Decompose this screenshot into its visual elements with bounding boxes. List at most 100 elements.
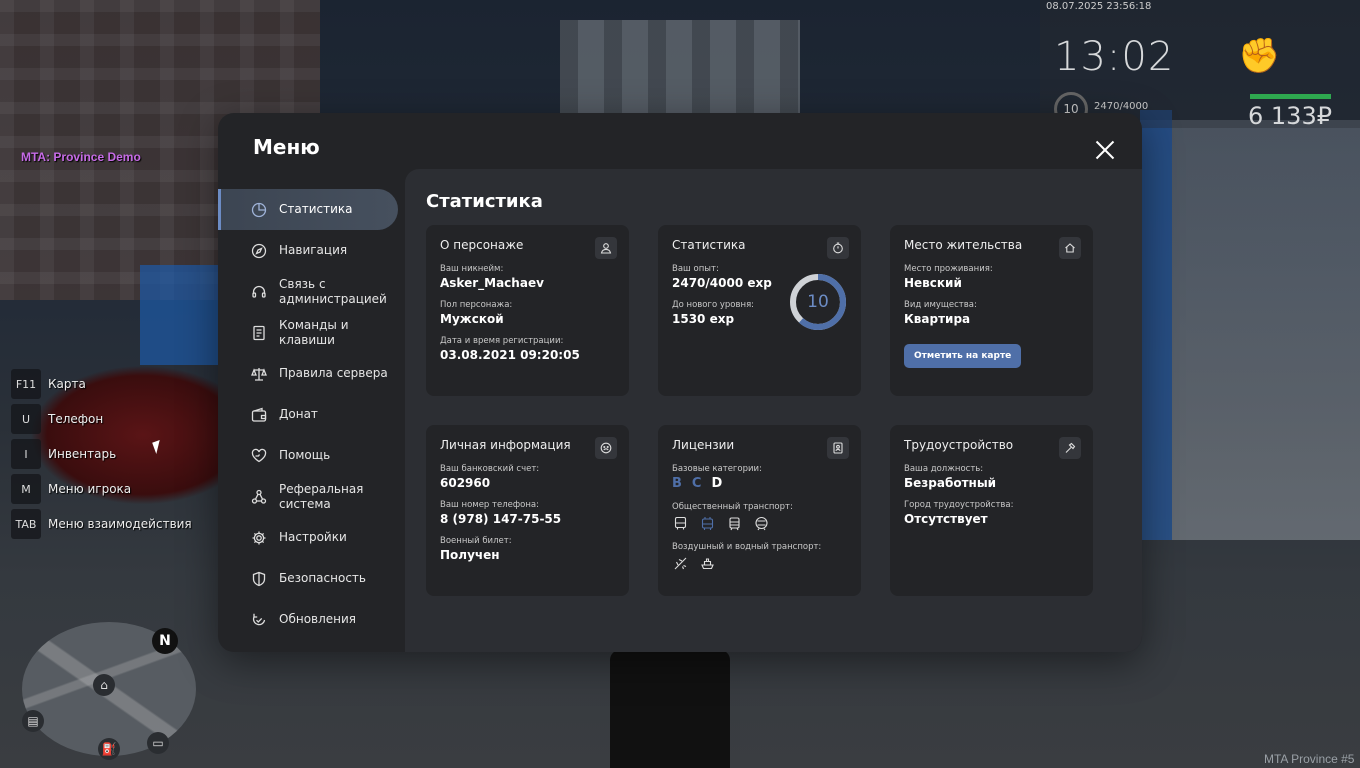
shield-icon (251, 571, 267, 587)
card-title: Личная информация (440, 438, 571, 452)
hotkey-list: F11 Карта U Телефон I Инвентарь M Меню и… (11, 369, 192, 544)
document-icon (251, 325, 267, 341)
field-label: Ваш банковский счет: (440, 464, 540, 474)
fist-icon: ✊ (1238, 36, 1281, 76)
tram-icon (726, 515, 743, 532)
sidebar-item-label: Донат (279, 407, 318, 421)
card-personal-info: Личная информация Ваш банковский счет: 6… (426, 425, 629, 596)
card-title: Трудоустройство (904, 438, 1014, 452)
card-licenses: Лицензии Базовые категории: B C D Общест… (658, 425, 861, 596)
truck-icon: ▭ (147, 732, 169, 754)
card-stats: Статистика Ваш опыт: 2470/4000 exp До но… (658, 225, 861, 396)
job-position-value: Безработный (904, 476, 997, 490)
bus-icon (672, 515, 689, 532)
field-label: Ваша должность: (904, 464, 984, 474)
sidebar-item-statistics[interactable]: Статистика (218, 189, 398, 230)
card-title: Лицензии (672, 438, 735, 452)
compass-icon (251, 243, 267, 259)
stopwatch-icon (827, 237, 849, 259)
server-watermark: MTA Province #5 (1264, 752, 1355, 766)
sidebar-item-rules[interactable]: Правила сервера (218, 353, 398, 394)
mark-on-map-button[interactable]: Отметить на карте (904, 344, 1022, 368)
hud-clock: 13:02 (1054, 34, 1175, 80)
menu-title: Меню (253, 135, 320, 159)
hotkey-key: U (11, 404, 41, 434)
hotkey-label: Телефон (48, 412, 104, 426)
job-city-value: Отсутствует (904, 512, 988, 526)
field-label: Воздушный и водный транспорт: (672, 542, 822, 552)
headset-icon (251, 284, 267, 300)
license-categories: B C D (672, 476, 847, 491)
field-label: Вид имущества: (904, 300, 977, 310)
background-building (1140, 120, 1360, 540)
sidebar-item-referral[interactable]: Реферальная система (218, 476, 398, 517)
garage-icon: ▤ (22, 710, 44, 732)
hotkey-label: Инвентарь (48, 447, 117, 461)
sidebar-nav: Статистика Навигация Связь с администрац… (218, 189, 398, 640)
card-title: Статистика (672, 238, 746, 252)
refresh-check-icon (251, 612, 267, 628)
field-label: Город трудоустройства: (904, 500, 1014, 510)
hotkey-phone[interactable]: U Телефон (11, 404, 192, 434)
trolleybus-icon (699, 515, 716, 532)
license-category-b: B (672, 476, 682, 491)
field-label: Дата и время регистрации: (440, 336, 564, 346)
card-title: Место жительства (904, 238, 1023, 252)
sidebar-item-admin-contact[interactable]: Связь с администрацией (218, 271, 398, 312)
phone-number-value: 8 (978) 147-75-55 (440, 512, 562, 526)
page-title: Статистика (426, 191, 543, 212)
sidebar-item-label: Статистика (279, 202, 353, 216)
hotkey-inventory[interactable]: I Инвентарь (11, 439, 192, 469)
field-label: Ваш никнейм: (440, 264, 504, 274)
field-label: Пол персонажа: (440, 300, 513, 310)
sidebar-item-label: Связь с администрацией (279, 276, 387, 306)
network-icon (251, 489, 267, 505)
sidebar-item-label: Обновления (279, 612, 357, 626)
gear-icon (251, 530, 267, 546)
sidebar-item-settings[interactable]: Настройки (218, 517, 398, 558)
sidebar-item-commands[interactable]: Команды и клавиши (218, 312, 398, 353)
military-id-value: Получен (440, 548, 500, 562)
air-water-licenses (672, 555, 847, 572)
residence-place-value: Невский (904, 276, 962, 290)
health-bar (1250, 94, 1332, 99)
close-button[interactable] (1092, 137, 1118, 163)
sidebar-item-navigation[interactable]: Навигация (218, 230, 398, 271)
card-character: О персонаже Ваш никнейм: Asker_Machaev П… (426, 225, 629, 396)
gender-value: Мужской (440, 312, 504, 326)
level-number: 10 (807, 292, 829, 312)
sidebar-item-donate[interactable]: Донат (218, 394, 398, 435)
player-character (610, 650, 730, 768)
hammer-icon (1059, 437, 1081, 459)
airplane-icon (672, 555, 689, 572)
sidebar-item-updates[interactable]: Обновления (218, 599, 398, 640)
hotkey-map[interactable]: F11 Карта (11, 369, 192, 399)
sidebar-item-help[interactable]: Помощь (218, 435, 398, 476)
card-residence: Место жительства Место проживания: Невск… (890, 225, 1093, 396)
statistics-panel: Статистика О персонаже Ваш никнейм: Aske… (405, 169, 1142, 652)
card-title: О персонаже (440, 238, 524, 252)
registration-date-value: 03.08.2021 09:20:05 (440, 348, 580, 362)
background-kiosk (140, 265, 218, 365)
hotkey-interaction-menu[interactable]: TAB Меню взаимодействия (11, 509, 192, 539)
license-category-c: C (691, 476, 702, 491)
hotkey-key: I (11, 439, 41, 469)
hotkey-key: F11 (11, 369, 41, 399)
hotkey-key: M (11, 474, 41, 504)
boat-icon (699, 555, 716, 572)
pie-chart-icon (251, 202, 267, 218)
sidebar-item-label: Помощь (279, 448, 331, 462)
hotkey-player-menu[interactable]: M Меню игрока (11, 474, 192, 504)
field-label: Место проживания: (904, 264, 993, 274)
scales-icon (251, 366, 267, 382)
bank-account-value: 602960 (440, 476, 491, 490)
sidebar-item-label: Настройки (279, 530, 347, 544)
sidebar-item-security[interactable]: Безопасность (218, 558, 398, 599)
user-icon (595, 237, 617, 259)
face-icon (595, 437, 617, 459)
hud-money: 6 133₽ (1248, 102, 1332, 130)
hud-date: 08.07.2025 23:56:18 (1046, 1, 1152, 12)
house-icon: ⌂ (93, 674, 115, 696)
sidebar-item-label: Правила сервера (279, 366, 388, 380)
card-employment: Трудоустройство Ваша должность: Безработ… (890, 425, 1093, 596)
